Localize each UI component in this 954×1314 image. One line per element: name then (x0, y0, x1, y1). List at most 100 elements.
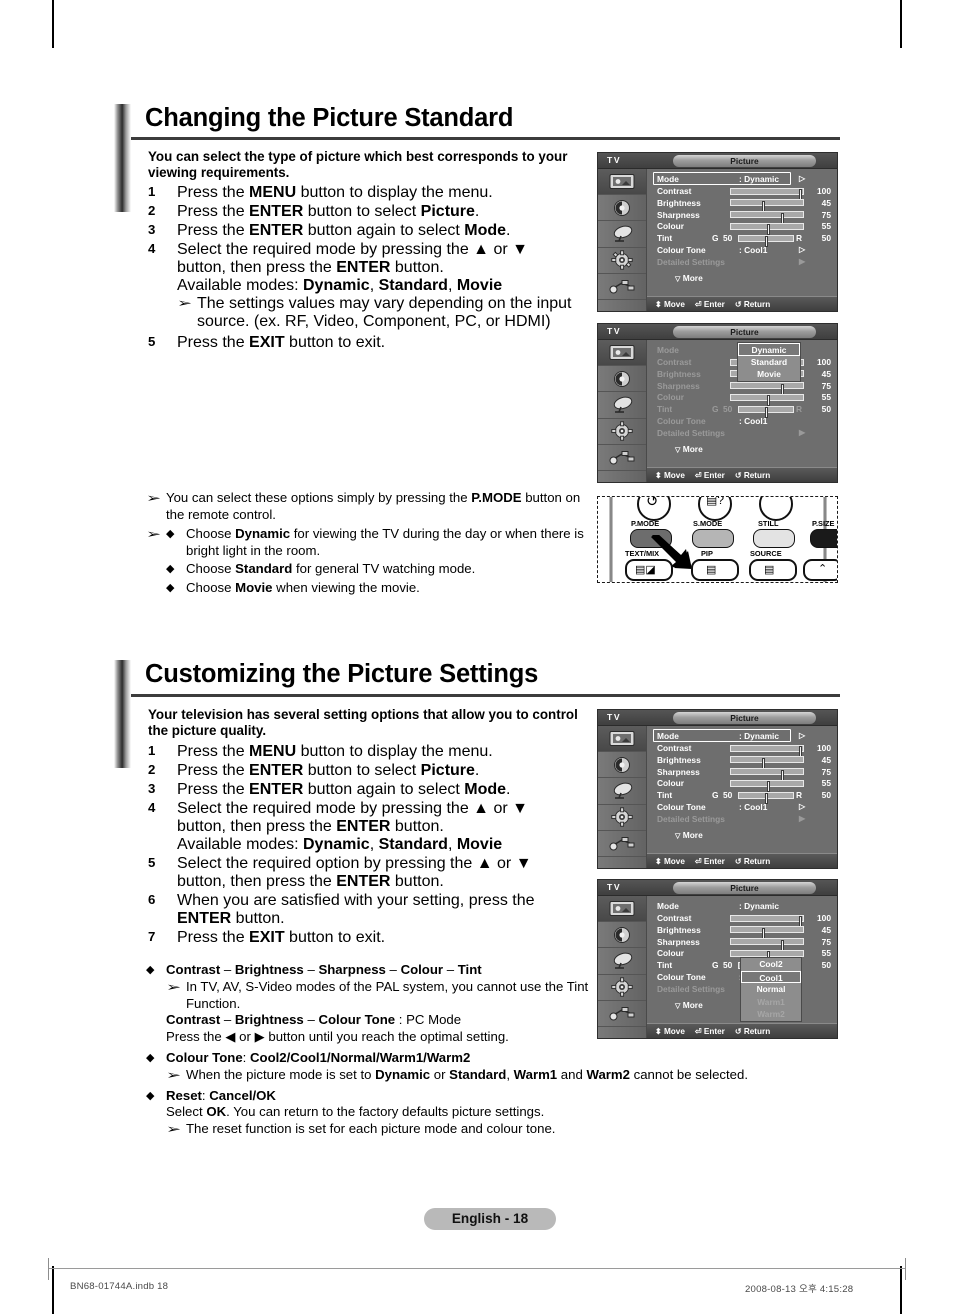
osd-row-tint[interactable]: Tint G 50 R 50 (657, 789, 833, 805)
blank-round-button[interactable] (759, 497, 793, 521)
sidebar-item-sound[interactable] (598, 366, 646, 393)
return-control[interactable]: ↺ Return (735, 1027, 770, 1036)
osd-slider-contrast[interactable] (730, 187, 804, 200)
enter-control[interactable]: ⏎ Enter (695, 471, 725, 480)
move-control[interactable]: ⬍ Move (655, 471, 685, 480)
sidebar-item-channel[interactable] (598, 221, 646, 248)
osd-row-colour[interactable]: Colour 55 (657, 220, 833, 236)
osd-slider-brightness[interactable] (730, 199, 804, 212)
osd-slider-contrast[interactable] (730, 914, 804, 927)
return-round-button[interactable]: ↺ (637, 497, 671, 521)
enter-control[interactable]: ⏎ Enter (695, 1027, 725, 1036)
move-control[interactable]: ⬍ Move (655, 857, 685, 866)
osd-row-detailed-settings[interactable]: Detailed Settings ▶ (657, 427, 833, 439)
info-round-button[interactable]: ▤? (698, 497, 732, 521)
move-control[interactable]: ⬍ Move (655, 300, 685, 309)
osd-picture-menu-4[interactable]: TV Picture Mode: Dynamic Contrast 100 B… (597, 879, 838, 1039)
osd-row-colour[interactable]: Colour 55 (657, 391, 833, 407)
osd-sidebar[interactable] (598, 726, 647, 868)
sidebar-item-sound[interactable] (598, 195, 646, 222)
osd-slider-tint[interactable] (738, 791, 794, 805)
osd-row-mode[interactable]: Mode : Dynamic (657, 900, 833, 912)
osd-row-colour-tone[interactable]: Colour Tone : Cool1 ▷ (657, 801, 833, 813)
enter-control[interactable]: ⏎ Enter (695, 857, 725, 866)
osd-more-label[interactable]: ▽ More (675, 830, 703, 840)
sidebar-item-input[interactable] (598, 831, 646, 857)
pip-button[interactable]: ▤ (691, 559, 739, 581)
sidebar-item-channel[interactable] (598, 392, 646, 419)
osd-row-mode[interactable]: Mode : Dynamic ▷ (657, 730, 833, 742)
still-button[interactable] (753, 529, 795, 548)
sidebar-item-setup[interactable] (598, 805, 646, 831)
osd-picture-menu-3[interactable]: TV Picture Mode: Dynamic ▷ Contrast 100… (597, 709, 838, 869)
osd-row-tint[interactable]: Tint G 50 R 50 (657, 403, 833, 419)
sidebar-item-setup[interactable] (598, 975, 646, 1001)
sidebar-item-sound[interactable] (598, 752, 646, 779)
mode-option-movie[interactable]: Movie (738, 368, 800, 381)
return-control[interactable]: ↺ Return (735, 300, 770, 309)
channel-up-button[interactable]: ⌃ (803, 559, 837, 581)
move-control[interactable]: ⬍ Move (655, 1027, 685, 1036)
sidebar-item-picture[interactable] (598, 726, 646, 753)
osd-slider-sharpness[interactable] (730, 938, 804, 951)
osd-slider-sharpness[interactable] (730, 382, 804, 395)
osd-slider-colour[interactable] (730, 779, 804, 793)
osd-row-colour-tone[interactable]: Colour Tone : Cool1 (657, 415, 833, 427)
sidebar-item-input[interactable] (598, 445, 646, 471)
sidebar-item-picture[interactable] (598, 340, 646, 367)
osd-sidebar[interactable] (598, 169, 647, 311)
sidebar-item-sound[interactable] (598, 922, 646, 949)
osd-picture-menu-2[interactable]: TV Picture Mode Contrast 100 Brightness … (597, 323, 838, 483)
osd-slider-brightness[interactable] (730, 756, 804, 769)
osd-row-detailed-settings[interactable]: Detailed Settings ▶ (657, 813, 833, 825)
osd-row-colour-tone[interactable]: Colour Tone : Cool1 ▷ (657, 244, 833, 256)
mode-option-dynamic[interactable]: Dynamic (738, 343, 800, 356)
osd-slider-tint[interactable] (738, 234, 794, 248)
sidebar-item-picture[interactable] (598, 896, 646, 923)
tone-option-normal[interactable]: Normal (741, 983, 801, 996)
osd-row-contrast[interactable]: Contrast 100 (657, 742, 833, 757)
return-control[interactable]: ↺ Return (735, 471, 770, 480)
osd-row-brightness[interactable]: Brightness 45 (657, 754, 833, 769)
enter-control[interactable]: ⏎ Enter (695, 300, 725, 309)
osd-row-brightness[interactable]: Brightness 45 (657, 197, 833, 212)
osd-row-sharpness[interactable]: Sharpness 75 (657, 766, 833, 781)
osd-slider-tint[interactable] (738, 405, 794, 419)
osd-more-label[interactable]: ▽ More (675, 1000, 703, 1010)
osd-row-colour[interactable]: Colour 55 (657, 777, 833, 793)
osd-slider-sharpness[interactable] (730, 211, 804, 224)
source-button[interactable]: ▤ (749, 559, 797, 581)
osd-row-sharpness[interactable]: Sharpness 75 (657, 209, 833, 224)
sidebar-item-channel[interactable] (598, 948, 646, 975)
osd-more-label[interactable]: ▽ More (675, 444, 703, 454)
osd-slider-colour[interactable] (730, 393, 804, 407)
osd-slider-colour[interactable] (730, 222, 804, 236)
mode-option-standard[interactable]: Standard (738, 356, 800, 369)
sidebar-item-input[interactable] (598, 274, 646, 300)
sidebar-item-input[interactable] (598, 1001, 646, 1027)
osd-sidebar[interactable] (598, 340, 647, 482)
osd-row-tint[interactable]: Tint G 50 R 50 (657, 232, 833, 248)
osd-row-detailed-settings[interactable]: Detailed Settings ▶ (657, 256, 833, 268)
osd-row-contrast[interactable]: Contrast 100 (657, 912, 833, 927)
tone-option-cool2[interactable]: Cool2 (741, 958, 801, 971)
sidebar-item-picture[interactable] (598, 169, 646, 196)
osd-row-sharpness[interactable]: Sharpness 75 (657, 936, 833, 951)
mode-dropdown[interactable]: Dynamic Standard Movie (737, 342, 801, 382)
osd-slider-brightness[interactable] (730, 926, 804, 939)
tone-option-cool1[interactable]: Cool1 (741, 970, 801, 984)
osd-slider-sharpness[interactable] (730, 768, 804, 781)
textmix-button[interactable]: ▤◪ (625, 559, 673, 581)
psize-button[interactable] (810, 529, 837, 548)
osd-slider-contrast[interactable] (730, 744, 804, 757)
return-control[interactable]: ↺ Return (735, 857, 770, 866)
osd-picture-menu-1[interactable]: TV Picture Mode: Dynamic ▷ Contrast 100… (597, 152, 838, 312)
osd-row-mode[interactable]: Mode : Dynamic ▷ (657, 173, 833, 185)
sidebar-item-channel[interactable] (598, 778, 646, 805)
osd-row-brightness[interactable]: Brightness 45 (657, 924, 833, 939)
colour-tone-dropdown[interactable]: Cool2 Cool1 Normal Warm1 Warm2 (740, 957, 802, 1022)
sidebar-item-setup[interactable] (598, 419, 646, 445)
osd-row-contrast[interactable]: Contrast 100 (657, 185, 833, 200)
osd-sidebar[interactable] (598, 896, 647, 1038)
osd-more-label[interactable]: ▽ More (675, 273, 703, 283)
